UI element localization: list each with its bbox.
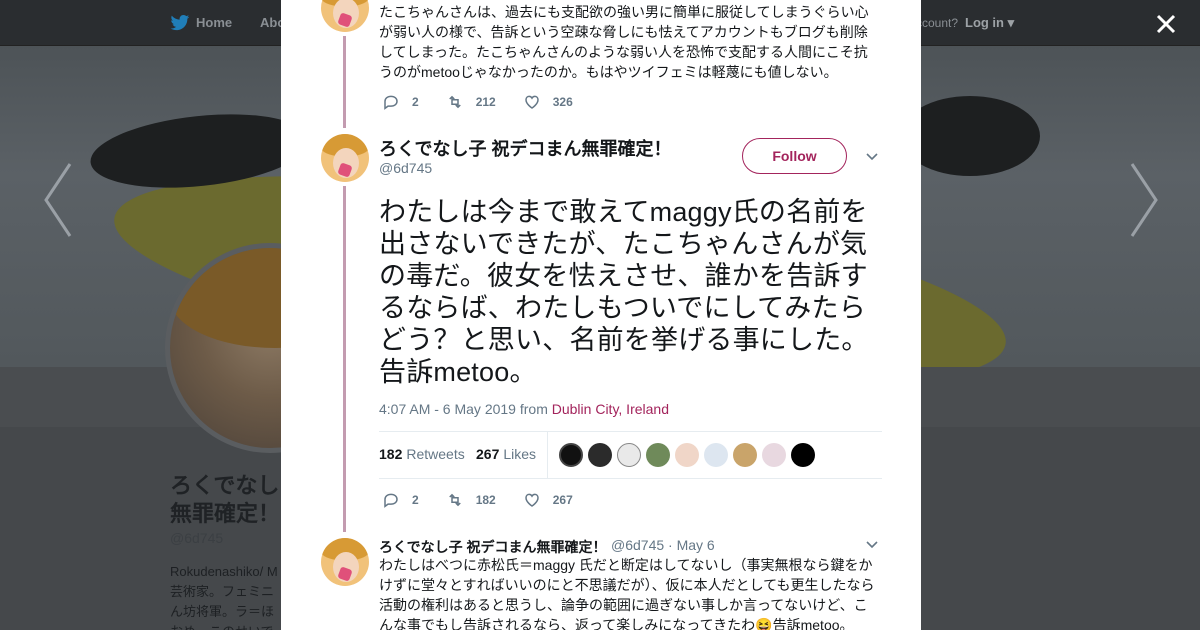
banner-paddle-shape-2	[900, 96, 1040, 176]
profile-handle: @6d745	[170, 530, 224, 546]
reply-icon	[384, 493, 398, 508]
liker-avatar[interactable]	[646, 443, 670, 467]
liker-avatar[interactable]	[704, 443, 728, 467]
tweet-stats-row: 182 Retweets 267 Likes	[379, 431, 882, 479]
have-account-prompt: ccount?	[916, 16, 959, 30]
liker-avatars	[559, 443, 820, 467]
liker-avatar[interactable]	[675, 443, 699, 467]
tweet-timestamp: 4:07 AM - 6 May 2019 from Dublin City, I…	[379, 401, 669, 417]
retweet-icon	[448, 95, 461, 109]
reply-meta: @6d745 · May 6	[611, 537, 715, 553]
retweet-count: 212	[475, 95, 496, 109]
like-count: 267	[552, 493, 573, 507]
author-handle[interactable]: @6d745	[379, 160, 432, 176]
heart-icon	[524, 95, 539, 109]
reply-count: 2	[412, 493, 419, 507]
reply-button[interactable]: 2	[382, 491, 419, 509]
author-name[interactable]: ろくでなし子 祝デコまん無罪確定！	[379, 135, 671, 161]
profile-bio: Rokudenashiko/ M 芸術家。フェミニ ん坊将軍。ラ＝ほ おめーこの…	[170, 564, 278, 630]
like-button[interactable]: 326	[523, 93, 573, 111]
nav-home-link[interactable]: Home	[196, 15, 232, 30]
retweet-button[interactable]: 182	[446, 491, 496, 509]
liker-avatar[interactable]	[791, 443, 815, 467]
retweet-icon	[448, 493, 461, 507]
twitter-bird-icon[interactable]	[170, 14, 190, 32]
main-tweet-actions: 2 182 267	[382, 491, 600, 509]
reply-handle[interactable]: @6d745	[611, 537, 664, 553]
heart-icon	[524, 493, 539, 507]
reply-date[interactable]: · May 6	[668, 537, 715, 553]
like-button[interactable]: 267	[523, 491, 573, 509]
main-tweet-text: わたしは今まで敢えてmaggy氏の名前を出さないできたが、たこちゃんさんが気の毒…	[379, 197, 869, 387]
stats-divider	[547, 432, 548, 479]
liker-avatar[interactable]	[762, 443, 786, 467]
reply-author-name[interactable]: ろくでなし子 祝デコまん無罪確定！	[379, 537, 606, 557]
previous-arrow-icon[interactable]	[40, 160, 80, 240]
avatar[interactable]	[321, 538, 369, 586]
chevron-down-icon[interactable]	[865, 150, 879, 164]
likes-stat-label: Likes	[503, 446, 537, 462]
retweets-stat-count: 182	[379, 446, 403, 462]
previous-tweet-text: たこちゃんさんは、過去にも支配欲の強い男に簡単に服従してしまうぐらい心が弱い人の…	[379, 4, 869, 80]
follow-button[interactable]: Follow	[742, 138, 847, 174]
like-count: 326	[552, 95, 573, 109]
next-arrow-icon[interactable]	[1122, 160, 1162, 240]
likes-stat-count: 267	[476, 446, 500, 462]
liker-avatar[interactable]	[733, 443, 757, 467]
reply-count: 2	[412, 95, 419, 109]
avatar[interactable]	[321, 134, 369, 182]
location-link[interactable]: Dublin City, Ireland	[552, 401, 669, 417]
avatar[interactable]	[321, 0, 369, 32]
tweet-permalink-modal: たこちゃんさんは、過去にも支配欲の強い男に簡単に服従してしまうぐらい心が弱い人の…	[281, 0, 921, 630]
chevron-down-icon[interactable]	[865, 538, 879, 552]
reply-icon	[384, 95, 398, 110]
liker-avatar[interactable]	[617, 443, 641, 467]
retweet-button[interactable]: 212	[446, 93, 496, 111]
close-icon[interactable]	[1152, 10, 1180, 38]
liker-avatar[interactable]	[559, 443, 583, 467]
login-label: Log in	[965, 15, 1004, 30]
likes-stat[interactable]: 267 Likes	[476, 446, 536, 462]
reply-button[interactable]: 2	[382, 93, 419, 111]
previous-tweet-actions: 2 212 326	[382, 93, 600, 111]
liker-avatar[interactable]	[588, 443, 612, 467]
retweets-stat[interactable]: 182 Retweets	[379, 446, 465, 462]
reply-tweet-text: わたしはべつに赤松氏＝maggy 氏だと断定はしてないし（事実無根なら鍵をかけず…	[379, 557, 875, 630]
login-link[interactable]: Log in ▾	[965, 15, 1014, 31]
retweet-count: 182	[475, 493, 496, 507]
thread-connector-line	[343, 186, 346, 532]
timestamp-text: 4:07 AM - 6 May 2019 from	[379, 401, 552, 417]
profile-name: ろくでなし 無罪確定！	[170, 473, 281, 526]
thread-connector-line	[343, 36, 346, 128]
retweets-stat-label: Retweets	[406, 446, 465, 462]
